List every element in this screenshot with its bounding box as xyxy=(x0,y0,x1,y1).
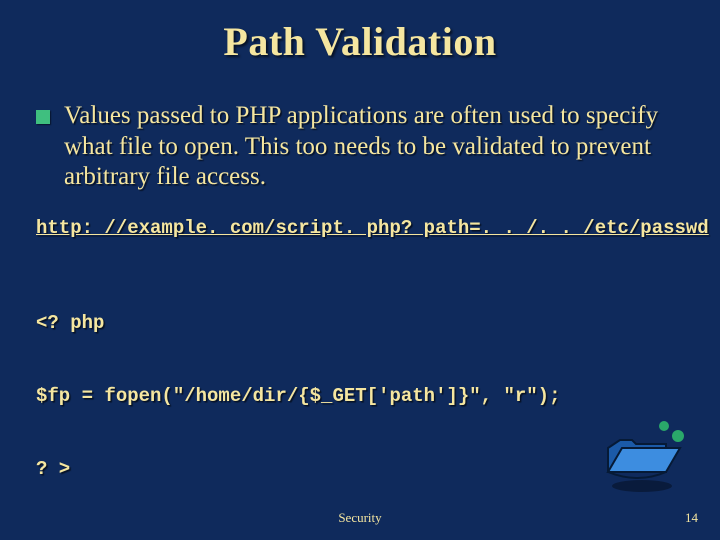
folder-clipart-icon xyxy=(602,414,688,496)
url-example: http: //example. com/script. php? path=.… xyxy=(36,217,684,239)
code-line: <? php xyxy=(36,311,684,335)
code-line: $fp = fopen("/home/dir/{$_GET['path']}",… xyxy=(36,384,684,408)
square-bullet-icon xyxy=(36,110,50,124)
slide-number: 14 xyxy=(685,510,698,526)
bullet-row: Values passed to PHP applications are of… xyxy=(36,101,684,193)
footer-center: Security xyxy=(0,510,720,526)
slide-title: Path Validation xyxy=(28,18,692,65)
slide: Path Validation Values passed to PHP app… xyxy=(0,0,720,540)
code-line: ? > xyxy=(36,457,684,481)
code-block: <? php $fp = fopen("/home/dir/{$_GET['pa… xyxy=(36,263,684,530)
bullet-text: Values passed to PHP applications are of… xyxy=(64,101,684,193)
